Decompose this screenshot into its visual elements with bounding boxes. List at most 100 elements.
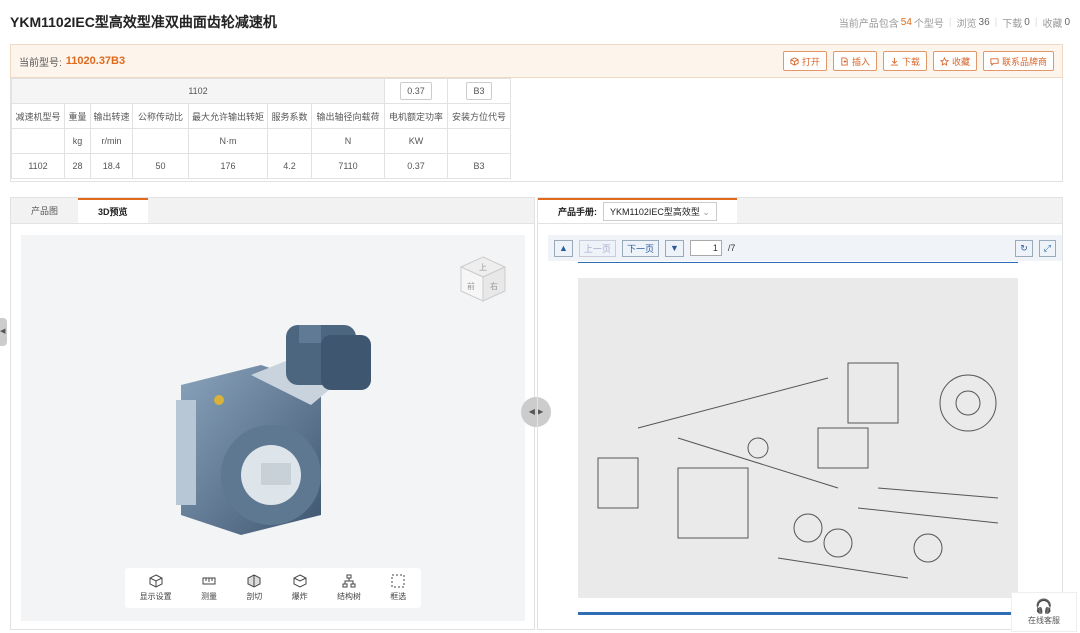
column-header: 安装方位代号 — [447, 103, 511, 129]
3d-viewer[interactable]: 上 前 右 — [21, 235, 525, 621]
online-service-label: 在线客服 — [1028, 616, 1060, 625]
mount-filter[interactable]: B3 — [466, 82, 492, 100]
cube-top-label: 上 — [479, 263, 487, 272]
prev-page-button[interactable]: 上一页 — [578, 239, 616, 257]
column-header: 输出轴径向载荷 — [311, 103, 385, 129]
chevron-down-icon: ⌄ — [702, 207, 710, 217]
unit-cell — [11, 128, 65, 154]
current-model-value: 11020.37B3 — [65, 55, 126, 67]
page-total: /7 — [727, 243, 736, 253]
data-cell: 28 — [64, 153, 91, 179]
product-stats: 当前产品包含 54 个型号 | 浏览 36 | 下载 0 | 收藏 0 — [838, 16, 1070, 30]
unit-cell — [267, 128, 312, 154]
page-header: YKM1102IEC型高效型准双曲面齿轮减速机 当前产品包含 54 个型号 | … — [0, 0, 1080, 44]
tree-icon — [342, 574, 356, 588]
download-label: 下载 — [901, 56, 920, 67]
tool-label: 剖切 — [246, 592, 263, 601]
data-cell: B3 — [447, 153, 511, 179]
unit-cell: r/min — [90, 128, 133, 154]
ruler-icon — [202, 577, 216, 585]
preview-panel: 产品图 3D预览 上 前 右 显示设置 测量 剖切 爆炸 结构树 框选 — [10, 197, 535, 630]
favorites-label: 收藏 — [1042, 18, 1063, 30]
views-label: 浏览 — [956, 18, 977, 30]
unit-cell — [447, 128, 511, 154]
tool-label: 显示设置 — [139, 592, 172, 601]
unit-cell: kg — [64, 128, 91, 154]
unit-cell — [132, 128, 189, 154]
data-cell: 7110 — [311, 153, 385, 179]
downloads-label: 下载 — [1002, 18, 1023, 30]
view-cube[interactable]: 上 前 右 — [457, 253, 509, 305]
fullscreen-icon: ⤢ — [1043, 242, 1051, 253]
tab-manual[interactable]: 产品手册: YKM1102IEC型高效型 ⌄ — [538, 198, 737, 223]
views-count: 36 — [978, 16, 990, 28]
contact-label: 联系品牌商 — [1001, 56, 1047, 67]
stat-suffix: 个型号 — [913, 18, 944, 30]
column-header: 最大允许输出转矩 — [188, 103, 268, 129]
power-filter-cell: 0.37 — [384, 78, 448, 104]
favorite-button[interactable]: 收藏 — [932, 51, 977, 71]
page-input[interactable]: 1 — [689, 240, 722, 256]
open-button[interactable]: 打开 — [782, 51, 827, 71]
model-bar: 当前型号: 11020.37B3 打开 插入 下载 收藏 联系品牌商 — [10, 44, 1063, 78]
insert-button[interactable]: 插入 — [832, 51, 877, 71]
column-header: 重量 — [64, 103, 91, 129]
rotate-icon: ↻ — [1020, 242, 1028, 253]
arrow-down-icon: ▼ — [669, 243, 679, 253]
parameter-table: 1102 0.37 B3 减速机型号 重量 输出转速 公称传动比 最大允许输出转矩 服务系… — [10, 78, 1063, 182]
column-header: 减速机型号 — [11, 103, 65, 129]
star-icon — [939, 56, 949, 66]
last-page-button[interactable]: ▼ — [664, 239, 684, 257]
power-filter[interactable]: 0.37 — [400, 82, 432, 100]
pdf-page — [578, 278, 1018, 598]
unit-cell: KW — [384, 128, 448, 154]
display-settings-tool[interactable]: 显示设置 — [140, 574, 172, 602]
tab-3d-preview[interactable]: 3D预览 — [78, 198, 148, 223]
page-title: YKM1102IEC型高效型准双曲面齿轮减速机 — [10, 14, 277, 30]
collapse-left-handle[interactable]: ◀ — [0, 318, 7, 346]
tool-label: 测量 — [200, 592, 217, 601]
box-select-icon — [391, 574, 405, 588]
unit-cell: N·m — [188, 128, 268, 154]
download-button[interactable]: 下载 — [882, 51, 927, 71]
tab-product-image[interactable]: 产品图 — [11, 198, 78, 223]
data-cell: 0.37 — [384, 153, 448, 179]
box-select-tool[interactable]: 框选 — [390, 574, 406, 602]
insert-label: 插入 — [851, 56, 870, 67]
online-service-button[interactable]: 🎧 在线客服 — [1011, 592, 1077, 632]
contact-brand-button[interactable]: 联系品牌商 — [982, 51, 1054, 71]
manual-panel: 产品手册: YKM1102IEC型高效型 ⌄ ▲ 上一页 下一页 ▼ 1 /7 … — [537, 197, 1063, 630]
cube-front-label: 前 — [467, 281, 475, 291]
stat-prefix: 当前产品包含 — [838, 18, 899, 30]
column-header: 公称传动比 — [132, 103, 189, 129]
tool-label: 结构树 — [336, 592, 361, 601]
rotate-button[interactable]: ↻ — [1015, 239, 1033, 257]
measure-tool[interactable]: 测量 — [201, 574, 217, 602]
explode-tool[interactable]: 爆炸 — [292, 574, 308, 602]
next-page-button[interactable]: 下一页 — [621, 239, 659, 257]
manual-select-value: YKM1102IEC型高效型 — [610, 207, 700, 217]
section-tool[interactable]: 剖切 — [246, 574, 262, 602]
section-cube-icon — [247, 574, 261, 588]
downloads-count: 0 — [1024, 16, 1030, 28]
manual-label: 产品手册: — [558, 207, 597, 217]
data-cell: 18.4 — [90, 153, 133, 179]
tool-label: 框选 — [390, 592, 407, 601]
mount-filter-cell: B3 — [447, 78, 511, 104]
favorite-label: 收藏 — [951, 56, 970, 67]
headset-icon: 🎧 — [1035, 598, 1053, 614]
column-header: 电机额定功率 — [384, 103, 448, 129]
pdf-page-bottom-bar — [578, 612, 1018, 615]
model-count: 54 — [900, 16, 912, 28]
current-model-label: 当前型号: — [19, 57, 62, 69]
first-page-button[interactable]: ▲ — [554, 239, 573, 257]
data-cell: 4.2 — [267, 153, 312, 179]
open-label: 打开 — [801, 56, 820, 67]
manual-select[interactable]: YKM1102IEC型高效型 ⌄ — [603, 202, 717, 221]
structure-tree-tool[interactable]: 结构树 — [337, 574, 361, 602]
fullscreen-button[interactable]: ⤢ — [1038, 239, 1056, 257]
group-cell: 1102 — [11, 78, 385, 104]
tool-label: 爆炸 — [291, 592, 308, 601]
3d-toolbar: 显示设置 测量 剖切 爆炸 结构树 框选 — [125, 568, 421, 608]
explode-icon — [293, 574, 307, 588]
